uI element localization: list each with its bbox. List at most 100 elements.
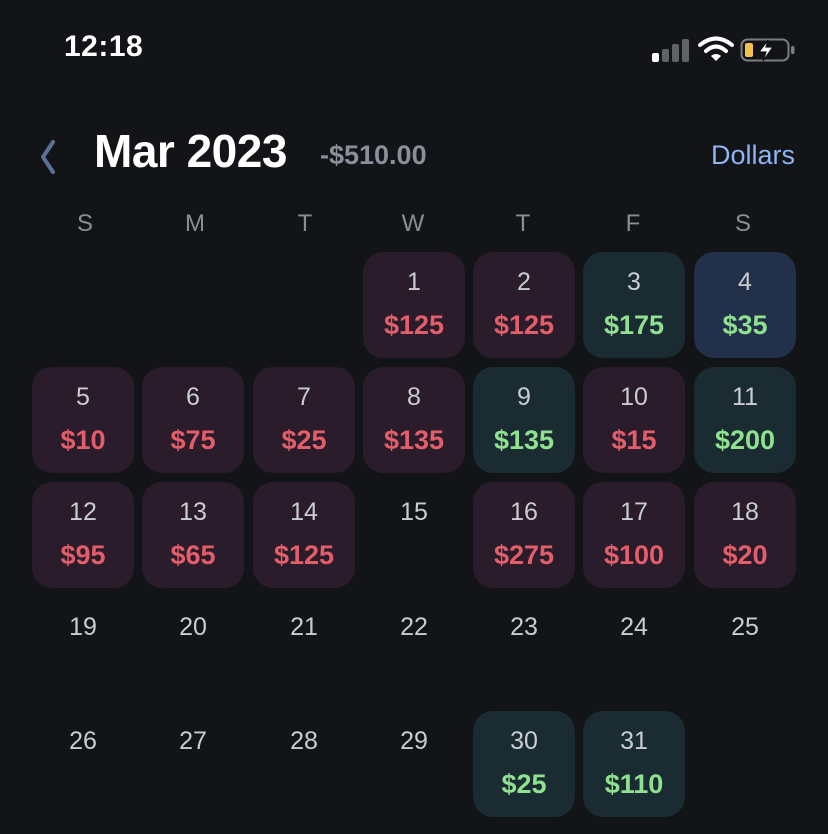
day-cell[interactable]: 24	[583, 597, 685, 703]
day-cell[interactable]: 26	[32, 711, 134, 817]
day-cell[interactable]: 3 $175	[583, 252, 685, 358]
day-cell[interactable]: 10 $15	[583, 367, 685, 473]
day-number: 31	[620, 727, 648, 755]
day-number: 1	[407, 268, 421, 296]
day-cell[interactable]: 6 $75	[142, 367, 244, 473]
day-number: 20	[179, 613, 207, 641]
unit-toggle-button[interactable]: Dollars	[711, 140, 795, 171]
day-amount: $110	[604, 769, 664, 799]
day-amount: $35	[722, 310, 768, 340]
weekday-label: W	[401, 210, 425, 237]
day-number: 18	[731, 498, 759, 526]
day-number: 6	[186, 383, 200, 411]
weekday-label: F	[625, 210, 641, 237]
day-number: 19	[69, 613, 97, 641]
day-amount: $200	[714, 425, 776, 455]
day-cell[interactable]: 5 $10	[32, 367, 134, 473]
day-number: 2	[517, 268, 531, 296]
day-number: 4	[738, 268, 752, 296]
weekday-label: S	[76, 210, 93, 237]
day-cell[interactable]: 27	[142, 711, 244, 817]
day-number: 24	[620, 613, 648, 641]
day-number: 13	[179, 498, 207, 526]
day-number: 8	[407, 383, 421, 411]
day-number: 12	[69, 498, 97, 526]
day-cell[interactable]: 21	[253, 597, 355, 703]
day-cell[interactable]: 16 $275	[473, 482, 575, 588]
day-amount: $10	[60, 425, 106, 455]
day-number: 27	[179, 727, 207, 755]
weekday-label: T	[515, 210, 531, 237]
day-cell[interactable]: 1 $125	[363, 252, 465, 358]
day-amount: $95	[60, 540, 106, 570]
day-amount: $25	[281, 425, 327, 455]
day-amount: $25	[501, 769, 547, 799]
day-amount: $100	[603, 540, 665, 570]
cellular-signal-icon	[652, 38, 692, 62]
weekday-label: M	[185, 210, 205, 237]
day-cell[interactable]: 2 $125	[473, 252, 575, 358]
day-cell[interactable]: 13 $65	[142, 482, 244, 588]
day-cell[interactable]: 17 $100	[583, 482, 685, 588]
weekday-row: S M T W T F S	[30, 210, 800, 244]
day-amount: $275	[493, 540, 555, 570]
day-amount: $175	[603, 310, 665, 340]
wifi-icon	[698, 36, 734, 61]
day-number: 26	[69, 727, 97, 755]
status-time: 12:18	[64, 30, 144, 63]
day-amount: $20	[722, 540, 768, 570]
day-cell[interactable]: 22	[363, 597, 465, 703]
day-number: 29	[400, 727, 428, 755]
day-cell[interactable]: 11 $200	[694, 367, 796, 473]
day-amount: $125	[383, 310, 445, 340]
day-cell[interactable]: 4 $35	[694, 252, 796, 358]
day-cell[interactable]: 29	[363, 711, 465, 817]
day-amount: $135	[383, 425, 445, 455]
day-cell[interactable]: 18 $20	[694, 482, 796, 588]
day-amount: $125	[493, 310, 555, 340]
day-number: 16	[510, 498, 538, 526]
day-cell[interactable]: 19	[32, 597, 134, 703]
day-number: 17	[620, 498, 648, 526]
day-amount: $65	[170, 540, 216, 570]
status-bar: 12:18	[0, 0, 828, 100]
day-cell[interactable]: 30 $25	[473, 711, 575, 817]
weekday-label: T	[297, 210, 313, 237]
month-total: -$510.00	[320, 140, 427, 170]
day-amount: $135	[493, 425, 555, 455]
month-title: Mar 2023	[94, 125, 287, 177]
day-cell[interactable]: 25	[694, 597, 796, 703]
chevron-left-icon	[41, 140, 55, 174]
day-cell[interactable]: 14 $125	[253, 482, 355, 588]
day-amount: $125	[273, 540, 335, 570]
day-number: 5	[76, 383, 90, 411]
day-number: 15	[400, 498, 428, 526]
day-number: 14	[290, 498, 318, 526]
day-number: 30	[510, 727, 538, 755]
day-cell[interactable]: 15	[363, 482, 465, 588]
back-button[interactable]	[28, 128, 68, 176]
battery-charging-icon	[740, 38, 795, 62]
day-cell[interactable]: 23	[473, 597, 575, 703]
day-number: 11	[732, 383, 758, 411]
weekday-label: S	[734, 210, 751, 237]
day-cell[interactable]: 7 $25	[253, 367, 355, 473]
day-number: 28	[290, 727, 318, 755]
day-cell[interactable]: 8 $135	[363, 367, 465, 473]
day-number: 25	[731, 613, 759, 641]
day-amount: $15	[611, 425, 657, 455]
calendar-header: Mar 2023 -$510.00 Dollars	[0, 120, 828, 190]
day-cell[interactable]: 9 $135	[473, 367, 575, 473]
day-number: 21	[290, 613, 318, 641]
day-number: 23	[510, 613, 538, 641]
day-number: 7	[297, 383, 311, 411]
day-cell[interactable]: 20	[142, 597, 244, 703]
day-cell[interactable]: 12 $95	[32, 482, 134, 588]
day-cell[interactable]: 28	[253, 711, 355, 817]
day-number: 22	[400, 613, 428, 641]
day-number: 10	[620, 383, 648, 411]
day-number: 9	[517, 383, 531, 411]
day-amount: $75	[170, 425, 216, 455]
day-cell[interactable]: 31 $110	[583, 711, 685, 817]
day-number: 3	[627, 268, 641, 296]
